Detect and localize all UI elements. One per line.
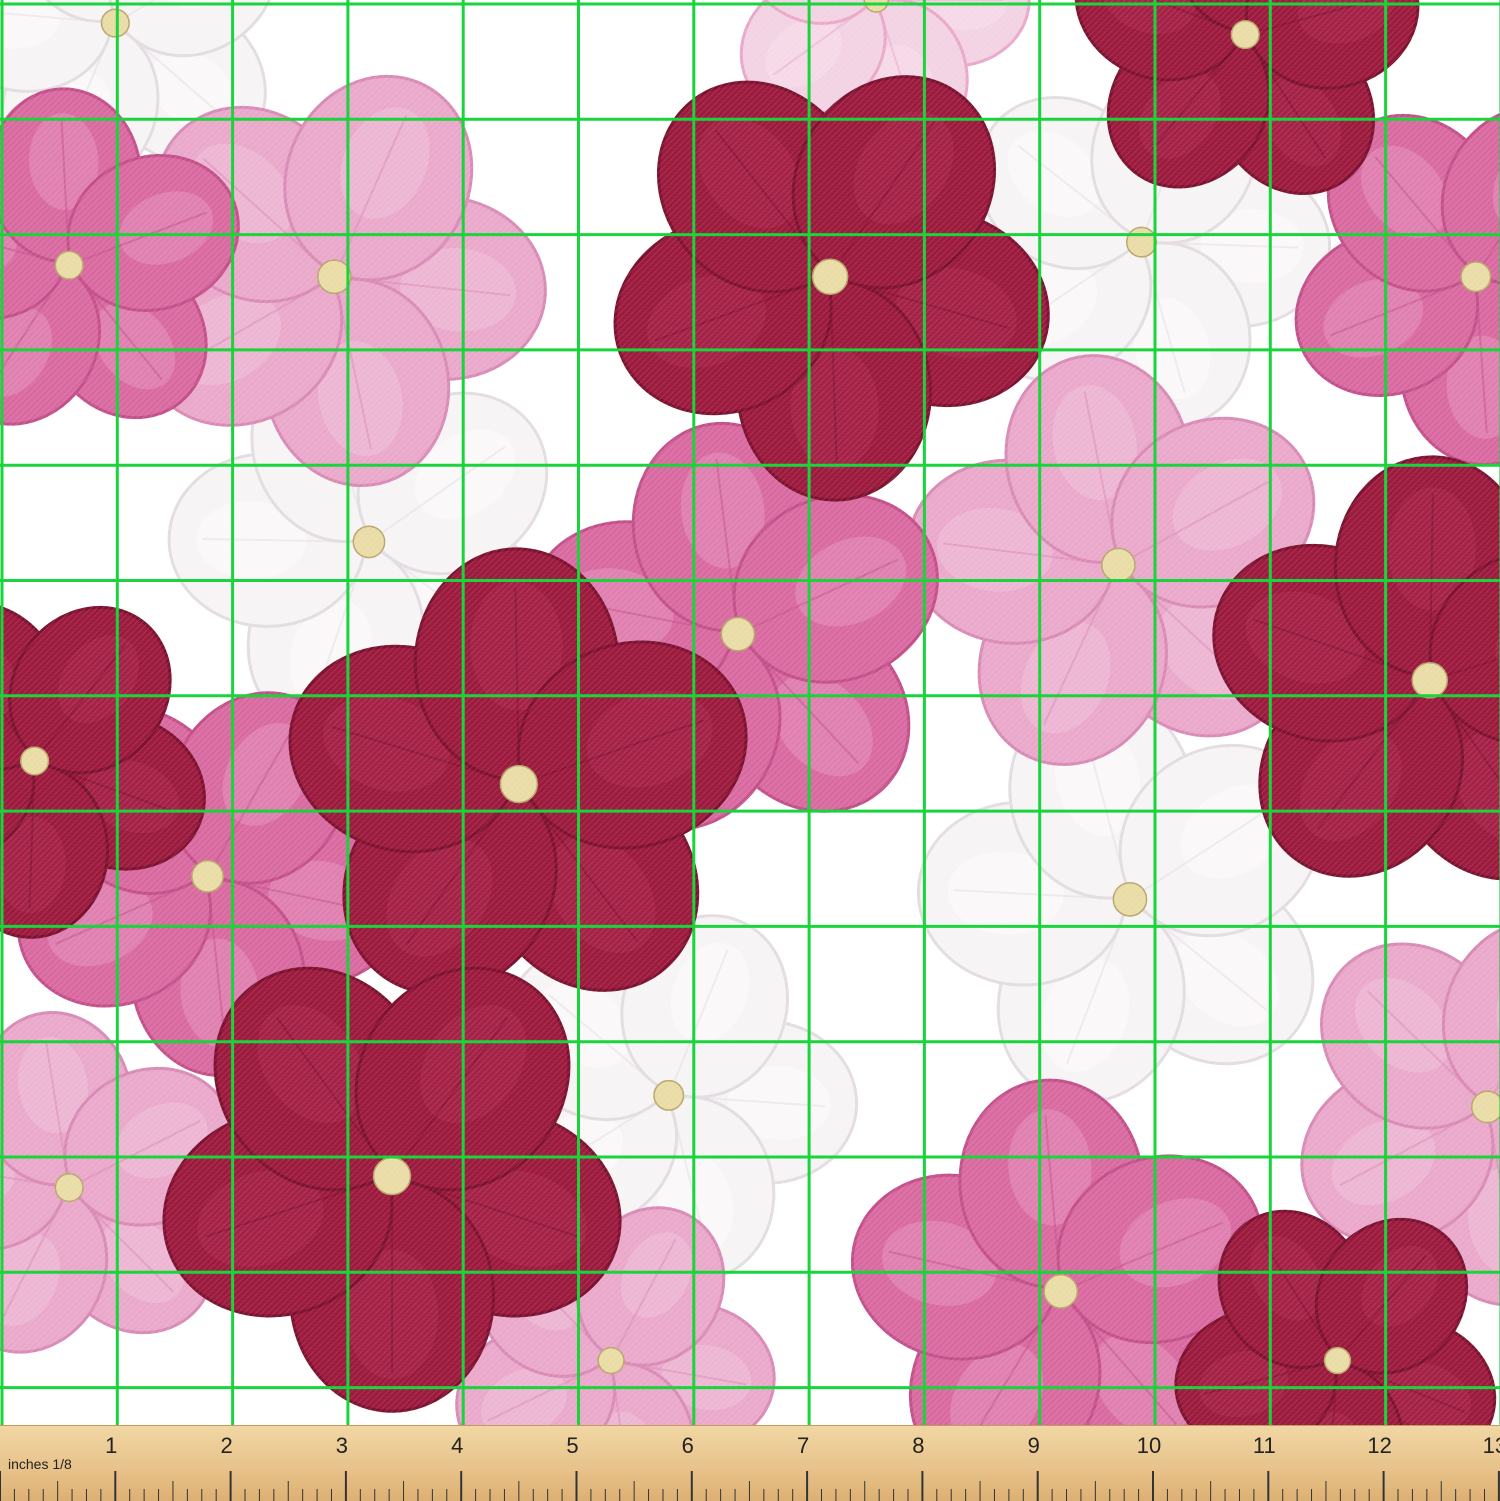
ruler-number: 8 <box>912 1433 924 1458</box>
ruler-number: 5 <box>566 1433 578 1458</box>
ruler-number: 6 <box>682 1433 694 1458</box>
ruler-number: 11 <box>1253 1433 1276 1458</box>
inch-ruler: 12345678910111213 inches 1/8 <box>0 1425 1500 1501</box>
ruler-number: 10 <box>1137 1433 1161 1458</box>
ruler-number: 12 <box>1367 1433 1391 1458</box>
ruler-number: 1 <box>105 1433 117 1458</box>
floral-fabric-pattern <box>0 0 1500 1425</box>
ruler-number: 2 <box>220 1433 232 1458</box>
ruler-unit-caption: inches 1/8 <box>8 1456 72 1472</box>
ruler-number: 4 <box>451 1433 463 1458</box>
ruler-number: 7 <box>797 1433 809 1458</box>
fabric-weave-texture <box>0 0 1500 1425</box>
ruler-scale: 12345678910111213 <box>0 1433 1500 1501</box>
ruler-number: 3 <box>336 1433 348 1458</box>
ruler-number: 9 <box>1028 1433 1040 1458</box>
ruler-number: 13 <box>1483 1433 1500 1458</box>
